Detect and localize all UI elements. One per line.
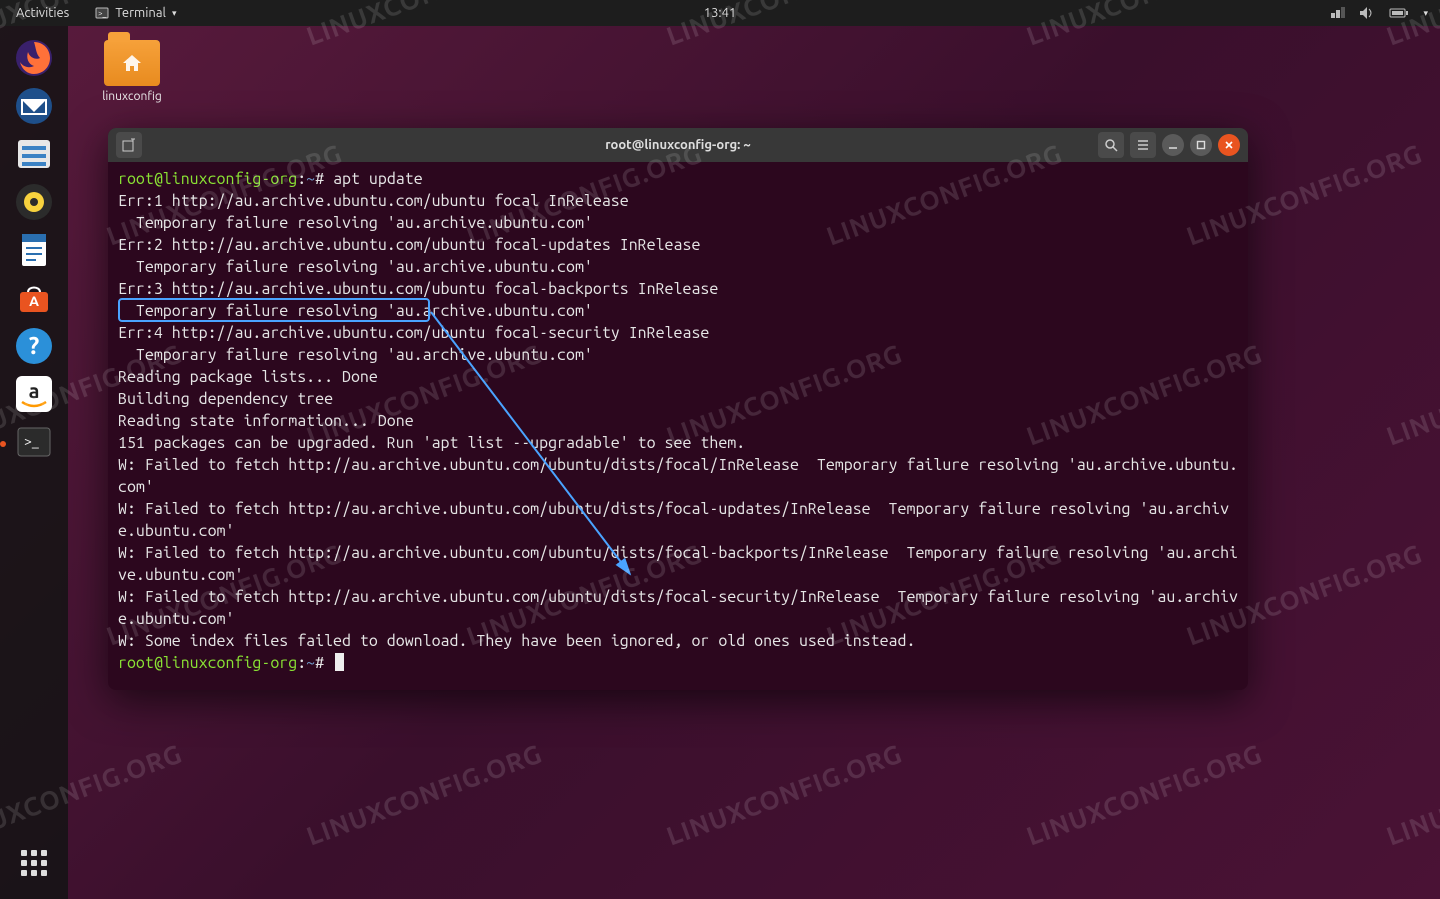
terminal-icon: >_ bbox=[14, 422, 54, 466]
firefox-icon bbox=[14, 38, 54, 82]
help-icon: ? bbox=[14, 326, 54, 370]
search-icon bbox=[1104, 138, 1118, 152]
new-tab-icon bbox=[122, 138, 136, 152]
clock[interactable]: 13:41 bbox=[704, 6, 737, 20]
rhythmbox-icon bbox=[14, 182, 54, 226]
search-button[interactable] bbox=[1098, 132, 1124, 158]
clock-label: 13:41 bbox=[704, 6, 737, 20]
terminal-icon: >_ bbox=[95, 6, 109, 20]
watermark-text: LINUXCONFIG.ORG bbox=[1383, 338, 1440, 450]
desktop-folder-linuxconfig[interactable]: linuxconfig bbox=[92, 40, 172, 103]
app-menu-button[interactable]: >_ Terminal ▾ bbox=[91, 4, 180, 22]
watermark-text: LINUXCONFIG.ORG bbox=[303, 738, 546, 850]
show-applications-button[interactable] bbox=[0, 839, 68, 887]
window-maximize-button[interactable] bbox=[1190, 134, 1212, 156]
window-title: root@linuxconfig-org: ~ bbox=[605, 138, 750, 152]
close-icon bbox=[1224, 140, 1234, 150]
window-title-bar[interactable]: root@linuxconfig-org: ~ bbox=[108, 128, 1248, 162]
grid-icon bbox=[21, 850, 47, 876]
network-icon[interactable] bbox=[1329, 6, 1345, 20]
svg-text:a: a bbox=[29, 379, 40, 402]
dock-app-rhythmbox[interactable] bbox=[10, 180, 58, 228]
software-icon: A bbox=[14, 278, 54, 322]
chevron-down-icon: ▾ bbox=[1423, 8, 1428, 19]
system-tray[interactable]: ▾ bbox=[1329, 6, 1440, 20]
battery-icon[interactable] bbox=[1389, 7, 1409, 19]
desktop-folder-label: linuxconfig bbox=[92, 90, 172, 103]
maximize-icon bbox=[1196, 140, 1206, 150]
svg-text:>_: >_ bbox=[98, 9, 107, 18]
dock-app-software[interactable]: A bbox=[10, 276, 58, 324]
svg-text:A: A bbox=[29, 293, 39, 309]
dock: A? a >_ bbox=[0, 26, 68, 899]
thunderbird-icon bbox=[14, 86, 54, 130]
top-bar: Activities >_ Terminal ▾ 13:41 ▾ bbox=[0, 0, 1440, 26]
hamburger-menu-button[interactable] bbox=[1130, 132, 1156, 158]
dock-app-thunderbird[interactable] bbox=[10, 84, 58, 132]
hamburger-icon bbox=[1136, 138, 1150, 152]
watermark-text: LINUXCONFIG.ORG bbox=[1023, 738, 1266, 850]
dock-app-help[interactable]: ? bbox=[10, 324, 58, 372]
files-icon bbox=[14, 134, 54, 178]
dock-app-amazon[interactable]: a bbox=[10, 372, 58, 420]
folder-icon bbox=[104, 40, 160, 86]
dock-app-files[interactable] bbox=[10, 132, 58, 180]
svg-text:?: ? bbox=[29, 332, 40, 359]
dock-app-firefox[interactable] bbox=[10, 36, 58, 84]
window-minimize-button[interactable] bbox=[1162, 134, 1184, 156]
dock-app-writer[interactable] bbox=[10, 228, 58, 276]
chevron-down-icon: ▾ bbox=[172, 8, 177, 19]
svg-text:>_: >_ bbox=[24, 433, 39, 449]
activities-button[interactable]: Activities bbox=[12, 4, 73, 22]
terminal-window: root@linuxconfig-org: ~ root@linuxconfig… bbox=[108, 128, 1248, 690]
watermark-text: LINUXCONFIG.ORG bbox=[1383, 738, 1440, 850]
writer-icon bbox=[14, 230, 54, 274]
new-tab-button[interactable] bbox=[116, 132, 142, 158]
dock-app-terminal[interactable]: >_ bbox=[10, 420, 58, 468]
app-menu-label: Terminal bbox=[115, 6, 166, 20]
activities-label: Activities bbox=[16, 6, 69, 20]
volume-icon[interactable] bbox=[1359, 6, 1375, 20]
amazon-icon: a bbox=[14, 374, 54, 418]
terminal-output[interactable]: root@linuxconfig-org:~# apt updateErr:1 … bbox=[108, 162, 1248, 690]
watermark-text: LINUXCONFIG.ORG bbox=[663, 738, 906, 850]
minimize-icon bbox=[1168, 140, 1178, 150]
window-close-button[interactable] bbox=[1218, 134, 1240, 156]
